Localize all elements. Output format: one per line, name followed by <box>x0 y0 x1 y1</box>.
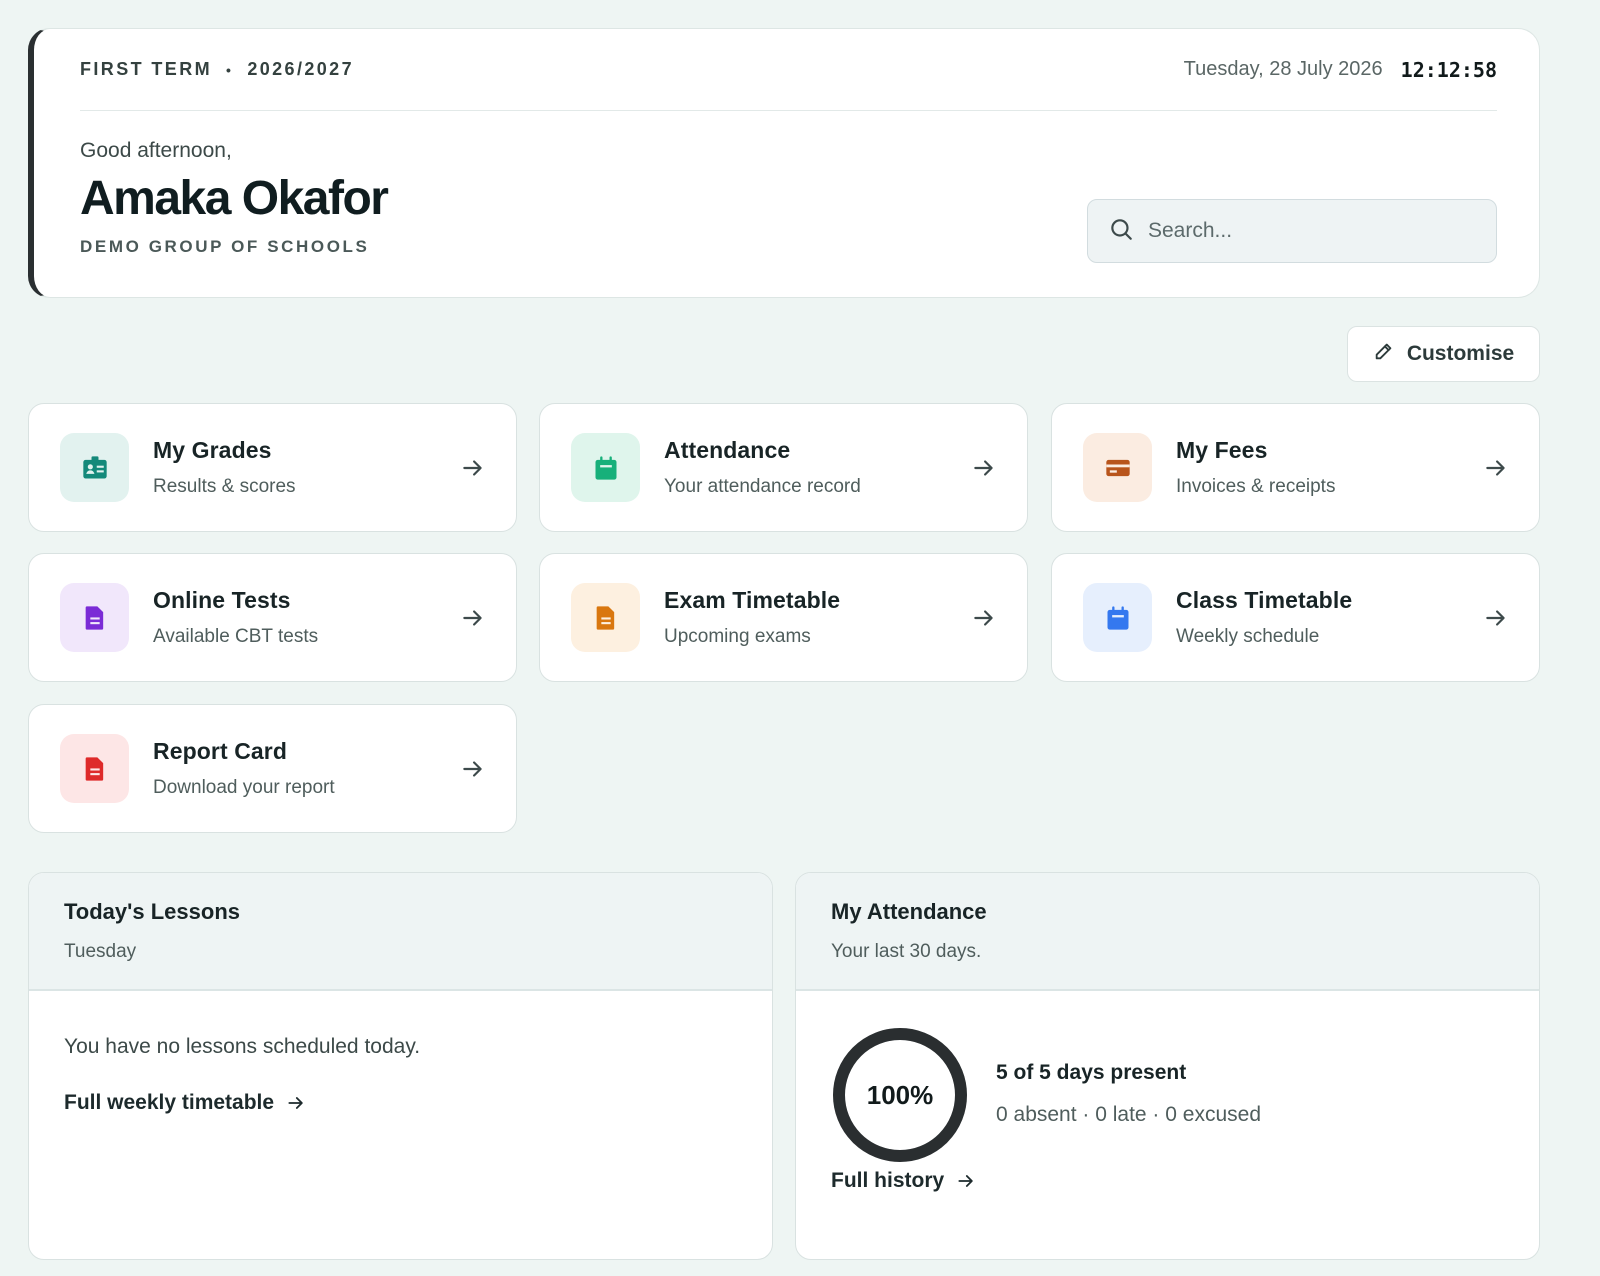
school-name: DEMO GROUP OF SCHOOLS <box>80 237 370 256</box>
arrow-right-icon <box>463 760 482 777</box>
tile-title: My Fees <box>1176 437 1268 463</box>
panel-header: Today's Lessons Tuesday <box>29 873 772 991</box>
customise-button[interactable]: Customise <box>1347 326 1540 382</box>
panel-header: My Attendance Your last 30 days. <box>796 873 1539 991</box>
tile-title: My Grades <box>153 437 272 463</box>
tile-subtitle: Available CBT tests <box>153 626 319 647</box>
credit-card-icon <box>1083 433 1152 502</box>
tile-text: Attendance Your attendance record <box>664 437 971 498</box>
todays-lessons-panel: Today's Lessons Tuesday You have no less… <box>28 872 773 1260</box>
search-input[interactable] <box>1148 219 1476 243</box>
tile-exam-timetable[interactable]: Exam Timetable Upcoming exams <box>539 553 1028 682</box>
tile-online-tests[interactable]: Online Tests Available CBT tests <box>28 553 517 682</box>
search-box[interactable] <box>1087 199 1497 263</box>
attendance-summary: 5 of 5 days present <box>996 1061 1187 1084</box>
arrow-right-icon <box>1486 609 1505 626</box>
tile-text: Class Timetable Weekly schedule <box>1176 587 1483 648</box>
pencil-icon <box>1373 340 1395 368</box>
id-card-icon <box>60 433 129 502</box>
current-time: 12:12:58 <box>1400 57 1497 82</box>
tile-attendance[interactable]: Attendance Your attendance record <box>539 403 1028 532</box>
full-weekly-timetable-link[interactable]: Full weekly timetable <box>64 1091 306 1115</box>
current-date: Tuesday, 28 July 2026 <box>1183 58 1383 80</box>
tile-subtitle: Upcoming exams <box>664 626 811 647</box>
tile-subtitle: Weekly schedule <box>1176 626 1320 647</box>
datetime: Tuesday, 28 July 2026 12:12:58 <box>1184 58 1497 82</box>
attendance-percent: 100% <box>866 1079 934 1110</box>
tile-text: Report Card Download your report <box>153 738 460 799</box>
link-label: Full weekly timetable <box>64 1091 275 1114</box>
calendar-icon <box>571 433 640 502</box>
term-separator: • <box>226 61 234 78</box>
attendance-ring: 100% <box>830 1025 970 1165</box>
arrow-right-icon <box>1486 459 1505 476</box>
document-icon <box>571 583 640 652</box>
term-label: FIRST TERM <box>80 59 212 79</box>
arrow-right-icon <box>974 609 993 626</box>
greeting: Good afternoon, <box>80 139 232 162</box>
tile-title: Online Tests <box>153 587 291 613</box>
tile-title: Report Card <box>153 738 288 764</box>
full-history-link[interactable]: Full history <box>831 1169 976 1193</box>
panel-title: My Attendance <box>831 899 987 924</box>
tile-subtitle: Download your report <box>153 777 335 798</box>
my-attendance-panel: My Attendance Your last 30 days. 100% 5 … <box>795 872 1540 1260</box>
tile-my-fees[interactable]: My Fees Invoices & receipts <box>1051 403 1540 532</box>
link-label: Full history <box>831 1169 945 1192</box>
calendar-icon <box>1083 583 1152 652</box>
arrow-right-icon <box>958 1175 973 1187</box>
no-lessons-message: You have no lessons scheduled today. <box>64 1035 421 1058</box>
arrow-right-icon <box>463 459 482 476</box>
hero-top-bar: FIRST TERM • 2026/2027 Tuesday, 28 July … <box>80 29 1497 111</box>
tile-text: Online Tests Available CBT tests <box>153 587 460 648</box>
tile-subtitle: Results & scores <box>153 476 296 497</box>
panel-subtitle: Your last 30 days. <box>831 941 982 962</box>
customise-label: Customise <box>1406 342 1515 365</box>
tile-text: Exam Timetable Upcoming exams <box>664 587 971 648</box>
tile-subtitle: Invoices & receipts <box>1176 476 1336 497</box>
tile-title: Class Timetable <box>1176 587 1353 613</box>
search-icon <box>1108 216 1134 247</box>
tile-text: My Grades Results & scores <box>153 437 460 498</box>
document-icon <box>60 734 129 803</box>
arrow-right-icon <box>463 609 482 626</box>
tile-title: Exam Timetable <box>664 587 841 613</box>
tile-text: My Fees Invoices & receipts <box>1176 437 1483 498</box>
user-name: Amaka Okafor <box>80 172 389 225</box>
tile-my-grades[interactable]: My Grades Results & scores <box>28 403 517 532</box>
tile-class-timetable[interactable]: Class Timetable Weekly schedule <box>1051 553 1540 682</box>
panel-title: Today's Lessons <box>64 899 240 924</box>
attendance-detail: 0 absent · 0 late · 0 excused <box>996 1103 1261 1126</box>
panel-subtitle: Tuesday <box>64 941 137 962</box>
welcome-card: FIRST TERM • 2026/2027 Tuesday, 28 July … <box>28 28 1540 298</box>
term-info: FIRST TERM • 2026/2027 <box>80 59 354 80</box>
document-icon <box>60 583 129 652</box>
tile-subtitle: Your attendance record <box>664 476 861 497</box>
tile-report-card[interactable]: Report Card Download your report <box>28 704 517 833</box>
arrow-right-icon <box>974 459 993 476</box>
session-label: 2026/2027 <box>247 59 354 79</box>
arrow-right-icon <box>288 1097 303 1109</box>
tile-title: Attendance <box>664 437 791 463</box>
